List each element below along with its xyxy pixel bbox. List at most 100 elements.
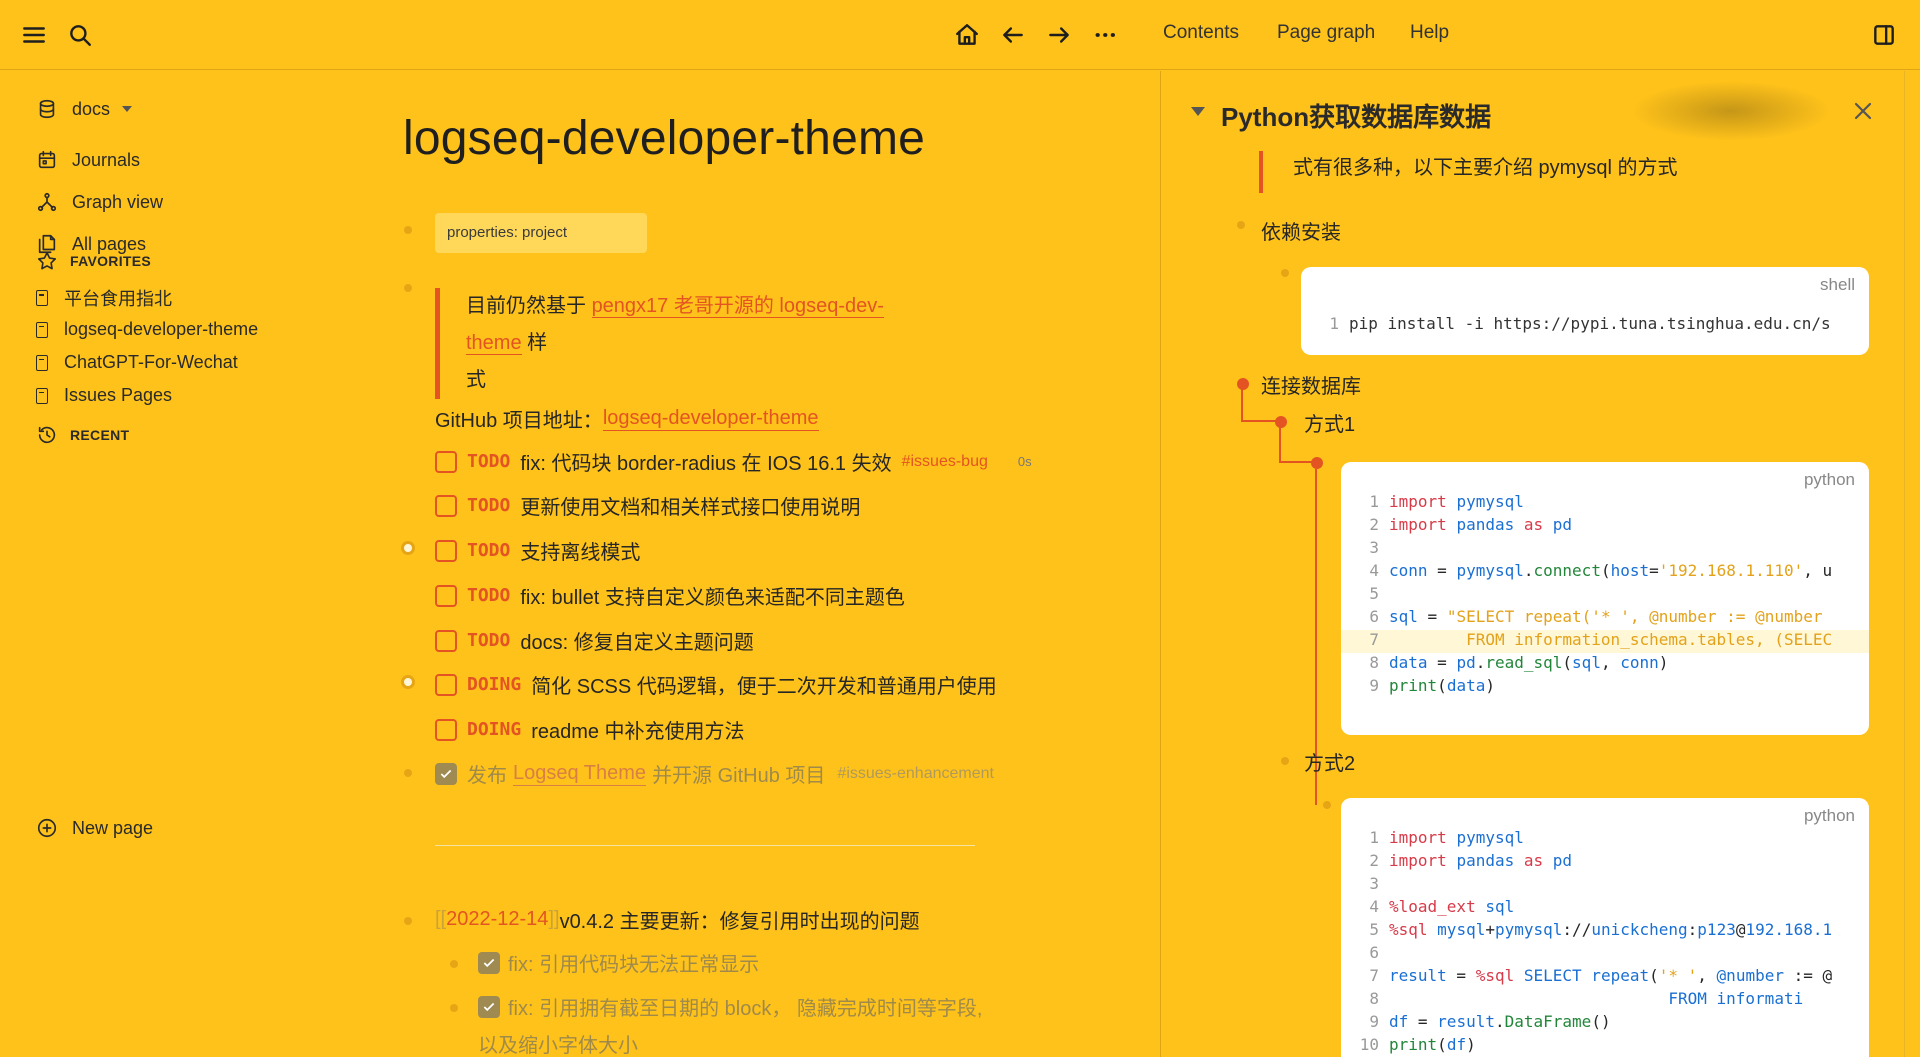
task-checkbox[interactable] (435, 673, 457, 696)
sidebar-item-journals[interactable]: Journals (36, 149, 140, 171)
journal-date-link[interactable]: 2022-12-14 (446, 908, 548, 931)
properties-block[interactable]: properties: project (435, 213, 647, 253)
task-checkbox-checked[interactable] (478, 995, 500, 1018)
block-bullet[interactable] (404, 769, 412, 777)
task-marker[interactable]: TODO (467, 495, 510, 516)
block-bullet[interactable] (1281, 757, 1289, 765)
task-block[interactable]: TODO fix: 代码块 border-radius 在 IOS 16.1 失… (435, 447, 1032, 476)
active-bullet[interactable] (1311, 457, 1323, 469)
favorites-section[interactable]: FAVORITES (36, 250, 151, 272)
search-icon[interactable] (62, 17, 98, 53)
task-text-suffix: 并开源 GitHub 项目 (652, 765, 826, 787)
block-bullet[interactable] (1237, 221, 1245, 229)
sidebar-item-graph-view[interactable]: Graph view (36, 191, 163, 213)
menu-icon[interactable] (16, 17, 52, 53)
active-bullet[interactable] (1275, 416, 1287, 428)
new-page-button[interactable]: New page (36, 817, 153, 839)
task-marker[interactable]: DOING (467, 719, 521, 740)
code-language-label: python (1803, 806, 1855, 825)
block-bullet[interactable] (404, 917, 412, 925)
favorite-item[interactable]: Issues Pages (36, 385, 172, 406)
python-code-block-1[interactable]: python 1 import pymysql 2 import pandas as… (1341, 462, 1869, 735)
help-link[interactable]: Help (1410, 22, 1449, 44)
block-bullet[interactable] (1323, 801, 1331, 809)
task-block[interactable]: TODO 更新使用文档和相关样式接口使用说明 (435, 491, 860, 520)
task-tag[interactable]: #issues-bug (902, 453, 988, 471)
block-bullet[interactable] (404, 284, 412, 292)
database-icon (39, 99, 55, 119)
favorite-label: logseq-developer-theme (64, 319, 259, 339)
sub-task-block[interactable]: fix: 引用代码块无法正常显示 (478, 948, 759, 977)
block-bullet[interactable] (450, 1004, 458, 1012)
task-block[interactable]: DOING readme 中补充使用方法 (435, 715, 745, 744)
collapse-triangle-icon[interactable] (1191, 107, 1205, 116)
task-checkbox-checked[interactable] (435, 762, 457, 785)
task-checkbox[interactable] (435, 584, 457, 607)
task-block[interactable]: DOING 简化 SCSS 代码逻辑，便于二次开发和普通用户使用 (435, 670, 997, 699)
calendar-icon (38, 150, 56, 169)
task-tag[interactable]: #issues-enhancement (837, 765, 994, 783)
page-title[interactable]: logseq-developer-theme (403, 111, 925, 166)
done-task-block[interactable]: 发布 Logseq Theme 并开源 GitHub 项目 #issues-en… (435, 759, 994, 788)
history-icon (38, 426, 56, 444)
task-checkbox[interactable] (435, 718, 457, 741)
chevron-down-icon (122, 106, 133, 112)
block-bullet[interactable] (450, 960, 458, 968)
home-icon[interactable] (949, 17, 985, 53)
sub-task-text-line2: 以及缩小字体大小 (478, 1029, 638, 1057)
page-graph-link[interactable]: Page graph (1277, 22, 1375, 44)
page-icon (36, 387, 48, 404)
task-block[interactable]: TODO 支持离线模式 (435, 536, 640, 565)
deps-heading[interactable]: 依赖安装 (1261, 216, 1341, 245)
sidebar-toggle-icon[interactable] (1866, 17, 1902, 53)
task-checkbox[interactable] (435, 494, 457, 517)
page-icon (36, 321, 48, 338)
task-text: docs: 修复自定义主题问题 (520, 632, 754, 654)
arrow-left-icon[interactable] (995, 17, 1031, 53)
task-checkbox[interactable] (435, 539, 457, 562)
task-link[interactable]: Logseq Theme (513, 762, 647, 786)
favorite-item[interactable]: logseq-developer-theme (36, 319, 258, 340)
github-link[interactable]: logseq-developer-theme (602, 407, 819, 431)
graph-selector[interactable]: docs (36, 98, 133, 120)
contents-link[interactable]: Contents (1163, 22, 1239, 44)
left-sidebar: docs Journals Graph view All pages FAVOR… (0, 71, 330, 1057)
active-bullet[interactable] (1237, 378, 1249, 390)
sidebar-item-label: Graph view (72, 191, 164, 212)
journal-block[interactable]: [[ 2022-12-14 ]] v0.4.2 主要更新：修复引用时出现的问题 (435, 905, 920, 934)
panel-title[interactable]: Python获取数据库数据 (1221, 97, 1491, 134)
block-bullet[interactable] (1281, 269, 1289, 277)
journal-text: v0.4.2 主要更新：修复引用时出现的问题 (559, 911, 920, 933)
thread-line (1241, 387, 1243, 421)
task-block[interactable]: TODO fix: bullet 支持自定义颜色来适配不同主题色 (435, 581, 905, 610)
favorite-item[interactable]: ChatGPT-For-Wechat (36, 352, 238, 373)
task-marker[interactable]: TODO (467, 451, 510, 472)
task-checkbox-checked[interactable] (478, 951, 500, 974)
right-panel-scrollbar[interactable] (1904, 71, 1920, 1057)
more-icon[interactable] (1087, 17, 1123, 53)
recent-section[interactable]: RECENT (36, 424, 129, 446)
method1-heading[interactable]: 方式1 (1304, 408, 1355, 437)
task-marker[interactable]: DOING (467, 674, 521, 695)
task-block[interactable]: TODO docs: 修复自定义主题问题 (435, 626, 754, 655)
task-checkbox[interactable] (435, 629, 457, 652)
shell-code-block[interactable]: shell 1 pip install -i https://pypi.tuna.… (1301, 267, 1869, 355)
task-marker[interactable]: TODO (467, 585, 510, 606)
method2-heading[interactable]: 方式2 (1304, 747, 1355, 776)
collapsed-bullet[interactable] (401, 541, 415, 555)
collapsed-bullet[interactable] (401, 675, 415, 689)
block-bullet[interactable] (404, 226, 412, 234)
task-marker[interactable]: TODO (467, 630, 510, 651)
arrow-right-icon[interactable] (1041, 17, 1077, 53)
connect-heading[interactable]: 连接数据库 (1261, 370, 1361, 399)
ref-bracket: ]] (548, 908, 560, 930)
close-icon[interactable] (1851, 99, 1879, 127)
sub-task-block[interactable]: fix: 引用拥有截至日期的 block， 隐藏完成时间等字段, (478, 992, 982, 1021)
task-marker[interactable]: TODO (467, 540, 510, 561)
quote-block[interactable]: 目前仍然基于 pengx17 老哥开源的 logseq-dev-theme 样 … (435, 288, 905, 399)
task-checkbox[interactable] (435, 450, 457, 473)
code-language-label: python (1803, 470, 1855, 489)
favorite-item[interactable]: 平台食用指北 (36, 285, 172, 311)
github-block[interactable]: GitHub 项目地址： logseq-developer-theme (435, 404, 819, 433)
python-code-block-2[interactable]: python 1 import pymysql 2 import pandas as… (1341, 798, 1869, 1057)
